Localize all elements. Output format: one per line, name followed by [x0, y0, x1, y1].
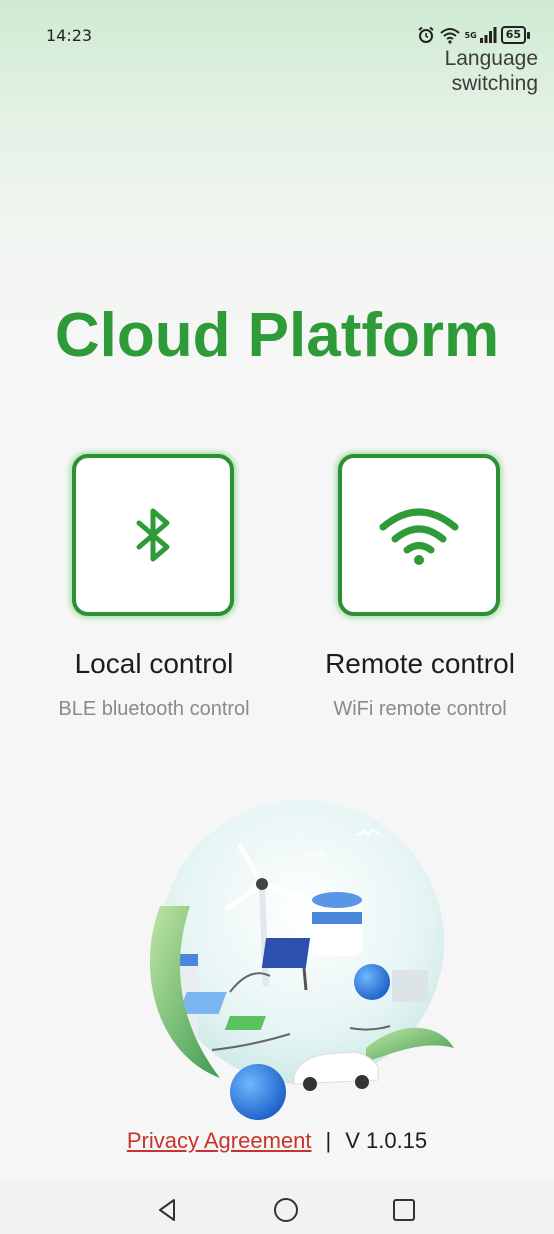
status-time: 14:23 — [46, 26, 93, 45]
battery-tip — [527, 31, 530, 39]
page-title: Cloud Platform — [54, 301, 500, 370]
privacy-agreement-link[interactable]: Privacy Agreement — [127, 1128, 312, 1153]
local-control-button[interactable] — [72, 454, 234, 616]
bluetooth-icon — [136, 508, 170, 562]
battery-indicator: 65 — [500, 26, 530, 44]
footer-separator: | — [325, 1128, 332, 1153]
back-icon[interactable] — [154, 1196, 182, 1224]
app-version: V 1.0.15 — [345, 1128, 428, 1153]
energy-illustration — [149, 800, 454, 1120]
status-icons: 5G 65 — [417, 24, 530, 46]
local-control-sublabel: BLE bluetooth control — [58, 698, 250, 720]
signal-icon — [479, 27, 497, 43]
battery-level: 65 — [500, 26, 526, 44]
local-control-label[interactable]: Local control — [24, 648, 284, 680]
remote-control-sublabel: WiFi remote control — [333, 698, 507, 720]
recent-apps-icon[interactable] — [390, 1196, 418, 1224]
remote-control-button[interactable] — [338, 454, 500, 616]
footer: Privacy Agreement | V 1.0.15 — [0, 1128, 554, 1154]
network-type-label: 5G — [464, 30, 477, 40]
remote-control-label[interactable]: Remote control — [290, 648, 550, 680]
language-switch-button[interactable]: Language switching — [408, 46, 538, 96]
alarm-icon — [417, 26, 434, 43]
wifi-icon — [379, 508, 459, 565]
wifi-icon — [439, 28, 460, 44]
system-nav-bar — [0, 1180, 554, 1234]
app-screen: 14:23 5G 65 Language switching Cloud Pla… — [0, 0, 554, 1234]
home-icon[interactable] — [272, 1196, 300, 1224]
